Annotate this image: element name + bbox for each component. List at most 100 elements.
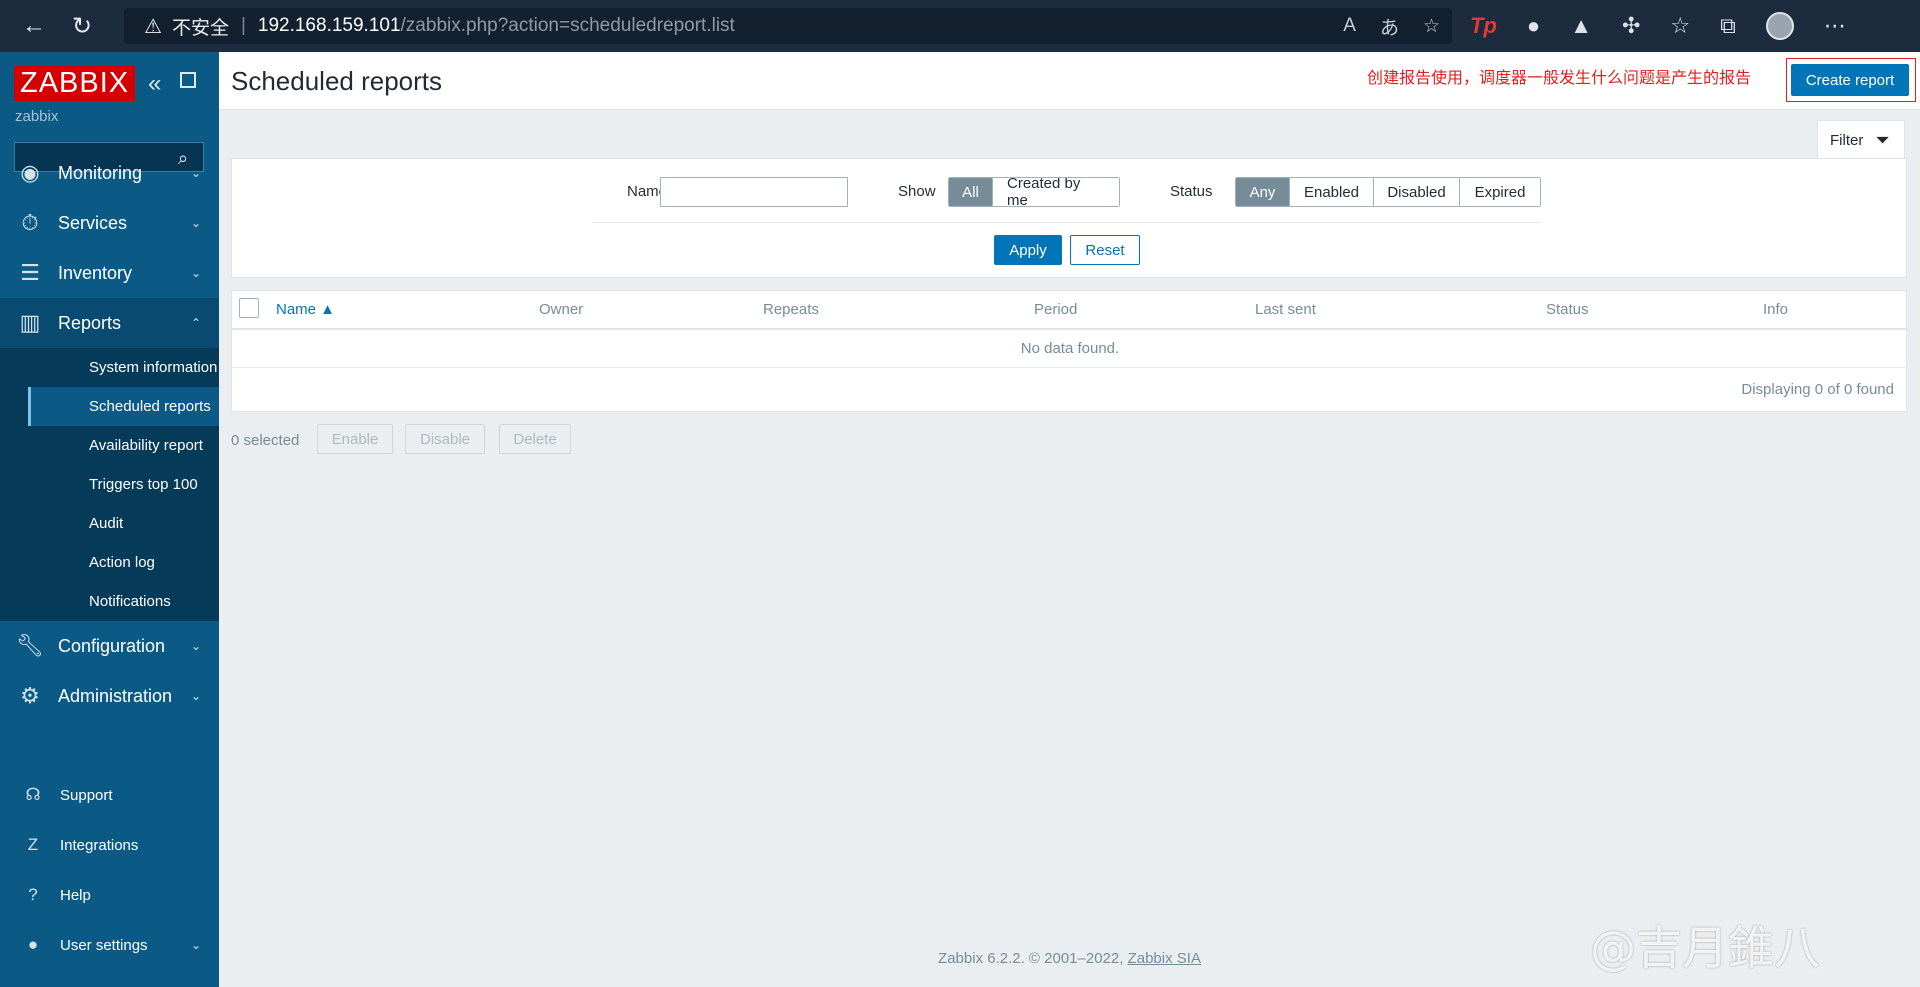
menu-item-configuration[interactable]: 🔧︎ Configuration ⌄ — [0, 621, 219, 671]
extension-tp-icon[interactable]: Tp — [1470, 13, 1497, 39]
menu-item-services[interactable]: ⏱ Services ⌄ — [0, 198, 219, 248]
stopwatch-icon: ⏱ — [21, 210, 39, 235]
chevron-down-icon: ⌄ — [190, 266, 201, 280]
select-all-checkbox[interactable] — [239, 298, 259, 318]
extension-mountain-icon[interactable]: ▲ — [1570, 13, 1592, 39]
submenu-item-notifications[interactable]: Notifications — [28, 582, 219, 621]
menu-item-inventory[interactable]: ☰ Inventory ⌄ — [0, 248, 219, 298]
chevron-down-icon: ⌄ — [190, 639, 201, 653]
menu-item-administration[interactable]: ⚙ Administration ⌄ — [0, 671, 219, 721]
chevron-down-icon: ⌄ — [190, 938, 201, 952]
footer-text: Zabbix 6.2.2. © 2001–2022, — [938, 950, 1128, 967]
page-header: Scheduled reports 创建报告使用，调度器一般发生什么问题是产生的… — [219, 52, 1920, 110]
watermark: @吉月錐八 — [1590, 921, 1820, 975]
reports-table: Name ▲ Owner Repeats Period Last sent St… — [231, 290, 1908, 412]
menu-label: Services — [58, 212, 128, 233]
main-content: Scheduled reports 创建报告使用，调度器一般发生什么问题是产生的… — [219, 52, 1920, 987]
warning-icon: ⚠ — [144, 15, 162, 38]
filter-tab[interactable]: Filter ⏷ — [1817, 120, 1905, 160]
disable-button[interactable]: Disable — [405, 424, 485, 454]
apply-button[interactable]: Apply — [994, 235, 1062, 265]
kiosk-mode-icon[interactable] — [180, 72, 196, 88]
status-option-expired[interactable]: Expired — [1460, 178, 1540, 206]
headset-icon: ☊ — [25, 785, 41, 804]
filter-panel: Name Show All Created by me Status Any E… — [231, 158, 1907, 278]
menu-label: Inventory — [58, 262, 133, 283]
create-report-button[interactable]: Create report — [1791, 64, 1909, 96]
chart-icon: ▥ — [19, 310, 41, 335]
url-path: /zabbix.php?action=scheduledreport.list — [400, 15, 735, 36]
submenu-item-action-log[interactable]: Action log — [28, 543, 219, 582]
column-header-repeats: Repeats — [763, 301, 819, 318]
menu-label: User settings — [60, 936, 148, 954]
extension-color-icon[interactable]: ● — [1527, 13, 1540, 39]
main-menu: ◉ Monitoring ⌄ ⏱ Services ⌄ ☰ Inventory … — [0, 148, 219, 721]
chevron-down-icon: ⌄ — [190, 689, 201, 703]
submenu-item-scheduled-reports[interactable]: Scheduled reports — [28, 387, 219, 426]
status-option-disabled[interactable]: Disabled — [1374, 178, 1460, 206]
menu-item-support[interactable]: ☊ Support — [0, 770, 219, 820]
server-name: zabbix — [15, 108, 59, 125]
page-title: Scheduled reports — [231, 66, 443, 96]
read-aloud-icon[interactable]: A — [1343, 15, 1356, 37]
menu-item-integrations[interactable]: Z Integrations — [0, 820, 219, 870]
more-menu-icon[interactable]: ⋯ — [1824, 13, 1846, 39]
menu-item-help[interactable]: ? Help — [0, 870, 219, 920]
bottom-menu: ☊ Support Z Integrations ? Help ● User s… — [0, 770, 219, 970]
footer-link[interactable]: Zabbix SIA — [1128, 950, 1201, 967]
reset-button[interactable]: Reset — [1070, 235, 1140, 265]
column-header-name[interactable]: Name ▲ — [276, 301, 335, 318]
empty-table-message: No data found. — [232, 330, 1908, 368]
column-header-period: Period — [1034, 301, 1078, 318]
status-option-any[interactable]: Any — [1236, 178, 1290, 206]
zabbix-logo[interactable]: ZABBIX — [14, 66, 136, 101]
filter-funnel-icon: ⏷ — [1875, 130, 1890, 150]
address-bar[interactable]: ⚠ 不安全 | 192.168.159.101 /zabbix.php?acti… — [124, 8, 1452, 44]
enable-button[interactable]: Enable — [317, 424, 393, 454]
menu-label: Reports — [58, 312, 122, 333]
sidebar: ZABBIX « zabbix ⌕ ◉ Monitoring ⌄ ⏱ Servi… — [0, 52, 219, 987]
translate-icon[interactable]: あ — [1380, 13, 1399, 40]
menu-item-reports[interactable]: ▥ Reports ⌃ — [0, 298, 219, 348]
extensions-icon[interactable]: ✣ — [1622, 13, 1640, 39]
status-segmented-control: Any Enabled Disabled Expired — [1235, 177, 1541, 207]
help-icon: ? — [28, 885, 38, 904]
column-header-info: Info — [1763, 301, 1789, 318]
collapse-sidebar-icon[interactable]: « — [148, 70, 161, 98]
show-option-all[interactable]: All — [949, 178, 993, 206]
submenu-item-system-information[interactable]: System information — [28, 348, 219, 387]
url-host: 192.168.159.101 — [257, 15, 401, 36]
chevron-down-icon: ⌄ — [190, 216, 201, 230]
show-segmented-control: All Created by me — [948, 177, 1120, 207]
displaying-count: Displaying 0 of 0 found — [1741, 381, 1894, 398]
menu-label: Administration — [58, 685, 173, 706]
favorites-icon[interactable]: ☆ — [1670, 13, 1690, 39]
refresh-icon[interactable]: ↻ — [58, 0, 106, 52]
show-filter-label: Show — [898, 183, 936, 200]
annotation-text: 创建报告使用，调度器一般发生什么问题是产生的报告 — [1367, 70, 1752, 87]
filter-tab-label: Filter — [1830, 132, 1864, 149]
delete-button[interactable]: Delete — [499, 424, 571, 454]
column-header-status: Status — [1546, 301, 1589, 318]
collections-icon[interactable]: ⧉ — [1720, 13, 1736, 39]
table-header: Name ▲ Owner Repeats Period Last sent St… — [232, 291, 1908, 330]
user-icon: ● — [27, 935, 39, 954]
menu-label: Support — [60, 786, 113, 804]
column-header-owner: Owner — [539, 301, 584, 318]
menu-item-user-settings[interactable]: ● User settings ⌄ — [0, 920, 219, 970]
chevron-down-icon: ⌄ — [190, 166, 201, 180]
name-filter-input[interactable] — [660, 177, 848, 207]
show-option-created-by-me[interactable]: Created by me — [993, 178, 1119, 206]
submenu-item-triggers-top-100[interactable]: Triggers top 100 — [28, 465, 219, 504]
back-arrow-icon[interactable]: ← — [10, 0, 58, 52]
submenu-item-audit[interactable]: Audit — [28, 504, 219, 543]
add-favorite-icon[interactable]: ☆ — [1423, 15, 1440, 38]
submenu-item-availability-report[interactable]: Availability report — [28, 426, 219, 465]
menu-label: Help — [60, 886, 91, 904]
status-option-enabled[interactable]: Enabled — [1290, 178, 1374, 206]
gear-icon: ⚙ — [20, 683, 40, 708]
menu-item-monitoring[interactable]: ◉ Monitoring ⌄ — [0, 148, 219, 198]
profile-avatar[interactable] — [1765, 12, 1794, 40]
browser-toolbar: ← ↻ ⚠ 不安全 | 192.168.159.101 /zabbix.php?… — [0, 0, 1920, 52]
menu-label: Monitoring — [58, 162, 143, 183]
